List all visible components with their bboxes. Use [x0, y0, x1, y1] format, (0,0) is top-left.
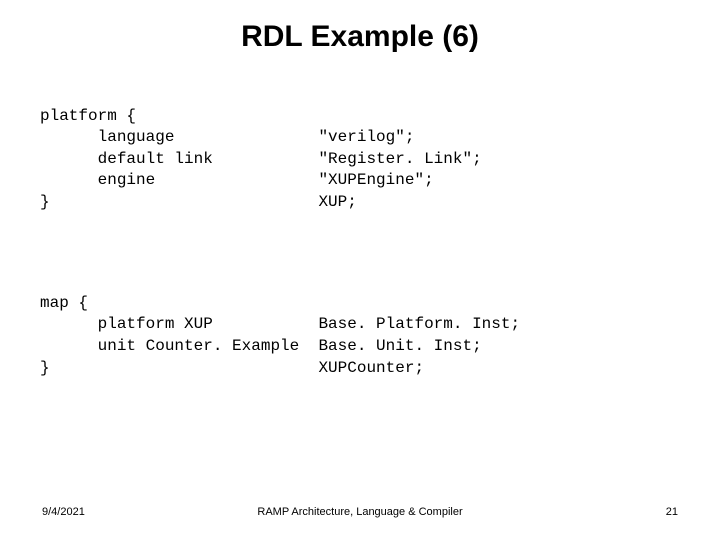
code-line: } XUP;	[40, 193, 357, 211]
code-line: default link "Register. Link";	[40, 150, 482, 168]
code-line: engine "XUPEngine";	[40, 171, 434, 189]
code-line: language "verilog";	[40, 128, 414, 146]
code-line: } XUPCounter;	[40, 359, 424, 377]
code-block-1: platform { language "verilog"; default l…	[40, 84, 680, 235]
slide-title: RDL Example (6)	[40, 20, 680, 54]
code-line: platform XUP Base. Platform. Inst;	[40, 315, 520, 333]
slide: RDL Example (6) platform { language "ver…	[0, 0, 720, 540]
code-line: unit Counter. Example Base. Unit. Inst;	[40, 337, 482, 355]
code-line: map {	[40, 294, 88, 312]
code-block-2: map { platform XUP Base. Platform. Inst;…	[40, 271, 680, 401]
footer-title: RAMP Architecture, Language & Compiler	[0, 506, 720, 518]
code-line: platform {	[40, 107, 136, 125]
footer: 9/4/2021 RAMP Architecture, Language & C…	[0, 506, 720, 518]
